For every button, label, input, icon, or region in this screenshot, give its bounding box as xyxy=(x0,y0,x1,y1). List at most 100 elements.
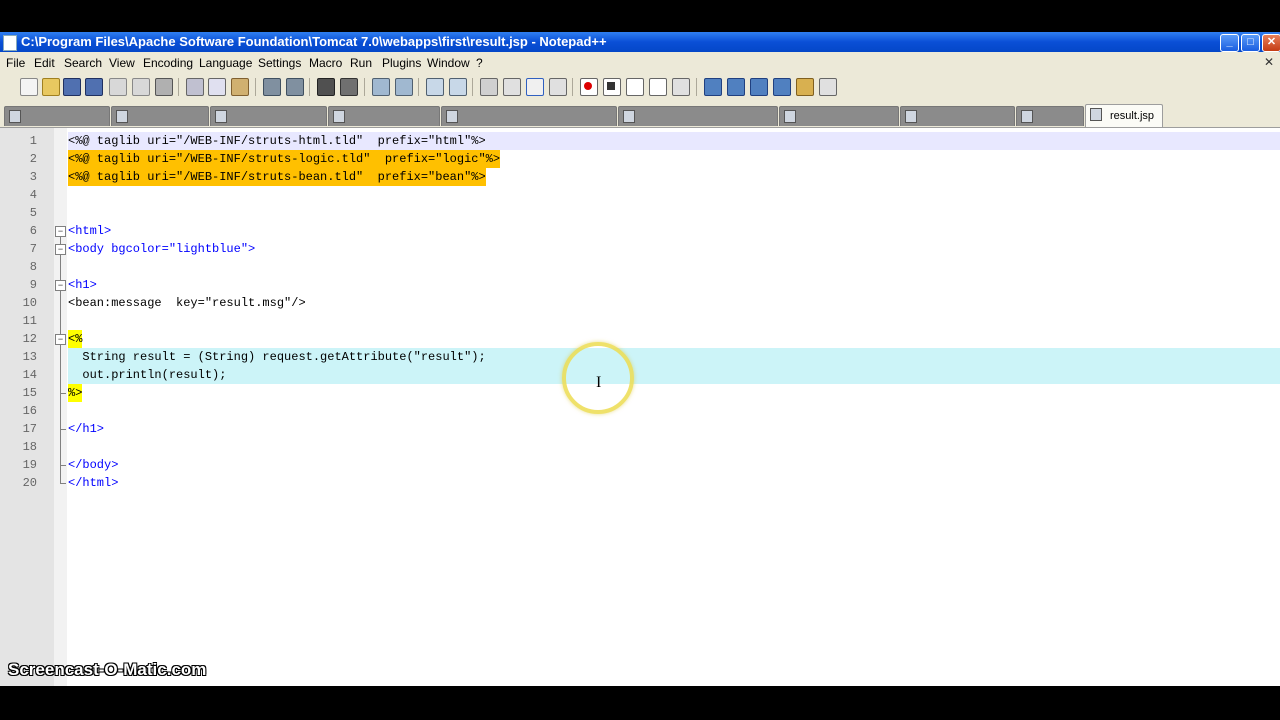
tab-document[interactable] xyxy=(4,106,110,126)
document-icon xyxy=(623,110,635,123)
menu-edit[interactable]: Edit xyxy=(34,56,55,70)
cut-icon[interactable] xyxy=(186,78,204,96)
zoom-out-icon[interactable] xyxy=(395,78,413,96)
arrow-up-icon[interactable] xyxy=(727,78,745,96)
paste-icon[interactable] xyxy=(231,78,249,96)
menu-window[interactable]: Window xyxy=(427,56,470,70)
sync-vertical-icon[interactable] xyxy=(426,78,444,96)
code-line: <body bgcolor="lightblue"> xyxy=(68,242,256,256)
arrow-down-icon[interactable] xyxy=(750,78,768,96)
toolbar-separator xyxy=(696,78,697,96)
line-number: 2 xyxy=(29,152,37,166)
line-number: 10 xyxy=(22,296,37,310)
menu-language[interactable]: Language xyxy=(199,56,252,70)
move-up-icon[interactable] xyxy=(704,78,722,96)
record-macro-icon[interactable] xyxy=(580,78,598,96)
folder-icon[interactable] xyxy=(796,78,814,96)
line-number: 7 xyxy=(29,242,37,256)
tab-document[interactable] xyxy=(618,106,778,126)
tab-document[interactable] xyxy=(1016,106,1084,126)
code-line: <%@ taglib uri="/WEB-INF/struts-bean.tld… xyxy=(68,168,486,186)
user-language-icon[interactable] xyxy=(549,78,567,96)
copy-icon[interactable] xyxy=(208,78,226,96)
menu-help[interactable]: ? xyxy=(476,56,483,70)
document-icon xyxy=(784,110,796,123)
minimize-button[interactable]: _ xyxy=(1220,34,1239,52)
toolbar-separator xyxy=(364,78,365,96)
maximize-button[interactable]: □ xyxy=(1241,34,1260,52)
find-icon[interactable] xyxy=(317,78,335,96)
document-icon xyxy=(905,110,917,123)
tab-document[interactable] xyxy=(900,106,1015,126)
line-number: 19 xyxy=(22,458,37,472)
toolbar-separator xyxy=(178,78,179,96)
print-icon[interactable] xyxy=(155,78,173,96)
line-number: 18 xyxy=(22,440,37,454)
document-close-icon[interactable]: ✕ xyxy=(1264,55,1274,69)
fold-toggle-body[interactable]: − xyxy=(55,244,66,255)
code-line: <% xyxy=(68,330,83,348)
close-all-icon[interactable] xyxy=(132,78,150,96)
tab-document[interactable] xyxy=(441,106,617,126)
document-icon xyxy=(446,110,458,123)
fold-toggle-h1[interactable]: − xyxy=(55,280,66,291)
stop-macro-icon[interactable] xyxy=(603,78,621,96)
redo-icon[interactable] xyxy=(286,78,304,96)
menu-search[interactable]: Search xyxy=(64,56,102,70)
fold-toggle-html[interactable]: − xyxy=(55,226,66,237)
fold-end xyxy=(60,465,66,466)
code-line: <bean:message key="result.msg"/> xyxy=(68,296,306,310)
document-icon xyxy=(116,110,128,123)
word-wrap-icon[interactable] xyxy=(480,78,498,96)
tab-document[interactable] xyxy=(111,106,209,126)
save-icon[interactable] xyxy=(63,78,81,96)
menu-settings[interactable]: Settings xyxy=(258,56,301,70)
menu-macro[interactable]: Macro xyxy=(309,56,342,70)
play-macro-icon[interactable] xyxy=(626,78,644,96)
sync-horizontal-icon[interactable] xyxy=(449,78,467,96)
replace-icon[interactable] xyxy=(340,78,358,96)
undo-icon[interactable] xyxy=(263,78,281,96)
move-down-icon[interactable] xyxy=(773,78,791,96)
menu-run[interactable]: Run xyxy=(350,56,372,70)
tab-document[interactable] xyxy=(328,106,440,126)
close-button[interactable]: ✕ xyxy=(1262,34,1280,52)
toolbar-separator xyxy=(418,78,419,96)
document-icon xyxy=(215,110,227,123)
save-macro-icon[interactable] xyxy=(672,78,690,96)
menu-view[interactable]: View xyxy=(109,56,135,70)
document-icon xyxy=(1021,110,1033,123)
line-number: 14 xyxy=(22,368,37,382)
toolbar-separator xyxy=(472,78,473,96)
menu-encoding[interactable]: Encoding xyxy=(143,56,193,70)
tab-document[interactable] xyxy=(210,106,327,126)
title-bar[interactable]: C:\Program Files\Apache Software Foundat… xyxy=(0,32,1280,52)
code-line: <%@ taglib uri="/WEB-INF/struts-html.tld… xyxy=(68,134,486,148)
menu-file[interactable]: File xyxy=(6,56,25,70)
show-all-characters-icon[interactable] xyxy=(503,78,521,96)
new-file-icon[interactable] xyxy=(20,78,38,96)
document-icon xyxy=(1090,108,1102,121)
run-macro-multiple-icon[interactable] xyxy=(649,78,667,96)
line-number: 3 xyxy=(29,170,37,184)
line-number: 8 xyxy=(29,260,37,274)
code-line: out.println(result); xyxy=(68,368,227,382)
close-file-icon[interactable] xyxy=(109,78,127,96)
tab-document[interactable] xyxy=(779,106,899,126)
open-file-icon[interactable] xyxy=(42,78,60,96)
code-editor[interactable]: 1 2 3 4 5 6 7 8 9 10 11 12 13 14 15 16 1… xyxy=(0,128,1280,686)
code-line: </html> xyxy=(68,476,119,490)
line-number: 13 xyxy=(22,350,37,364)
spell-check-icon[interactable] xyxy=(819,78,837,96)
save-all-icon[interactable] xyxy=(85,78,103,96)
indent-guide-icon[interactable] xyxy=(526,78,544,96)
fold-end xyxy=(60,393,66,394)
tab-bar: result.jsp xyxy=(0,101,1280,219)
fold-toggle-scriptlet[interactable]: − xyxy=(55,334,66,345)
zoom-in-icon[interactable] xyxy=(372,78,390,96)
code-line: <html> xyxy=(68,224,112,238)
menu-plugins[interactable]: Plugins xyxy=(382,56,421,70)
code-line: </body> xyxy=(68,458,119,472)
tab-result-jsp[interactable]: result.jsp xyxy=(1085,104,1163,127)
document-icon xyxy=(333,110,345,123)
